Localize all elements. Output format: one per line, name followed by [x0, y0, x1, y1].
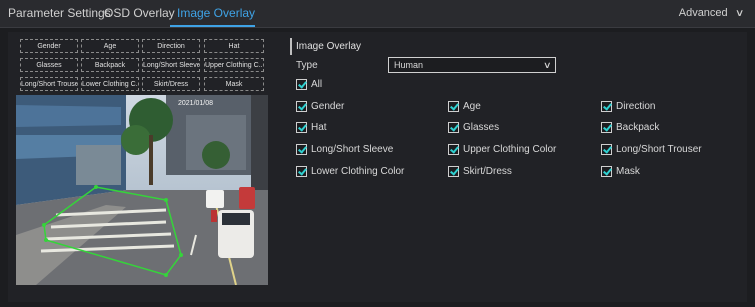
checkbox-checked-icon [601, 101, 612, 112]
advanced-dropdown[interactable]: Advanced ∨ [678, 7, 745, 19]
attribute-tag-hat: Hat [204, 39, 264, 53]
camera-caption: 2021/01/08 [178, 100, 213, 107]
tab-parameter-settings[interactable]: Parameter Settings [8, 6, 111, 20]
checkbox-label: Mask [616, 166, 640, 177]
attribute-tag-upper-clothing: Upper Clothing C... [204, 58, 264, 72]
checkbox-label: Backpack [616, 122, 660, 133]
checkbox-label: Age [463, 101, 481, 112]
type-select[interactable]: Human ∨ [388, 57, 556, 73]
checkbox-label: Long/Short Sleeve [311, 144, 394, 155]
checkbox-label: Upper Clothing Color [463, 144, 557, 155]
checkbox-checked-icon [601, 144, 612, 155]
tab-bar: Parameter Settings OSD Overlay Image Ove… [0, 0, 755, 28]
checkbox-upper-clothing-color[interactable]: Upper Clothing Color [448, 144, 556, 155]
street-scene-image: 2021/01/08 [16, 95, 268, 285]
section-title: Image Overlay [296, 41, 362, 52]
checkbox-checked-icon [448, 122, 459, 133]
chevron-down-icon: ∨ [543, 60, 552, 70]
type-select-value: Human [394, 60, 424, 70]
checkbox-mask[interactable]: Mask [601, 166, 640, 177]
checkbox-label: Hat [311, 122, 327, 133]
checkbox-checked-icon [601, 166, 612, 177]
checkbox-hat[interactable]: Hat [296, 122, 327, 133]
chevron-down-icon: ∨ [734, 8, 745, 19]
attribute-tag-mask: Mask [204, 77, 264, 91]
checkbox-checked-icon [601, 122, 612, 133]
checkbox-all-label: All [311, 79, 323, 90]
attribute-tag-backpack: Backpack [81, 58, 139, 72]
checkbox-age[interactable]: Age [448, 101, 481, 112]
checkbox-checked-icon [296, 166, 307, 177]
checkbox-checked-icon [296, 144, 307, 155]
checkbox-label: Long/Short Trouser [616, 144, 702, 155]
checkbox-checked-icon [448, 166, 459, 177]
checkbox-backpack[interactable]: Backpack [601, 122, 659, 133]
active-tab-indicator [170, 25, 255, 27]
tab-osd-overlay[interactable]: OSD Overlay [104, 6, 175, 20]
attribute-tag-sleeve: Long/Short Sleeve [142, 58, 200, 72]
checkbox-skirt-dress[interactable]: Skirt/Dress [448, 166, 512, 177]
checkbox-label: Lower Clothing Color [311, 166, 405, 177]
checkbox-all[interactable]: All [296, 79, 322, 90]
camera-live-view: 2021/01/08 [16, 95, 268, 285]
tab-image-overlay[interactable]: Image Overlay [177, 6, 255, 20]
checkbox-checked-icon [448, 101, 459, 112]
attribute-tag-age: Age [81, 39, 139, 53]
checkbox-gender[interactable]: Gender [296, 101, 344, 112]
attribute-tag-gender: Gender [20, 39, 78, 53]
checkbox-label: Glasses [463, 122, 500, 133]
checkbox-direction[interactable]: Direction [601, 101, 655, 112]
checkbox-label: Gender [311, 101, 345, 112]
attribute-tag-glasses: Glasses [20, 58, 78, 72]
checkbox-checked-icon [296, 101, 307, 112]
checkbox-checked-icon [448, 144, 459, 155]
checkbox-lower-clothing-color[interactable]: Lower Clothing Color [296, 166, 404, 177]
checkbox-sleeve[interactable]: Long/Short Sleeve [296, 144, 393, 155]
attribute-tag-trouser: Long/Short Trouser [20, 77, 78, 91]
attribute-tag-direction: Direction [142, 39, 200, 53]
advanced-label: Advanced [678, 7, 728, 19]
attribute-tag-skirt-dress: Skirt/Dress [142, 77, 200, 91]
checkbox-checked-icon [296, 122, 307, 133]
checkbox-label: Direction [616, 101, 656, 112]
preview-area: Gender Age Direction Hat Glasses Backpac… [16, 39, 268, 285]
checkbox-checked-icon [296, 79, 307, 90]
checkbox-label: Skirt/Dress [463, 166, 512, 177]
checkbox-glasses[interactable]: Glasses [448, 122, 499, 133]
section-marker [290, 38, 292, 55]
type-label: Type [296, 60, 318, 71]
attribute-tag-lower-clothing: Lower Clothing C... [81, 77, 139, 91]
checkbox-trouser[interactable]: Long/Short Trouser [601, 144, 702, 155]
